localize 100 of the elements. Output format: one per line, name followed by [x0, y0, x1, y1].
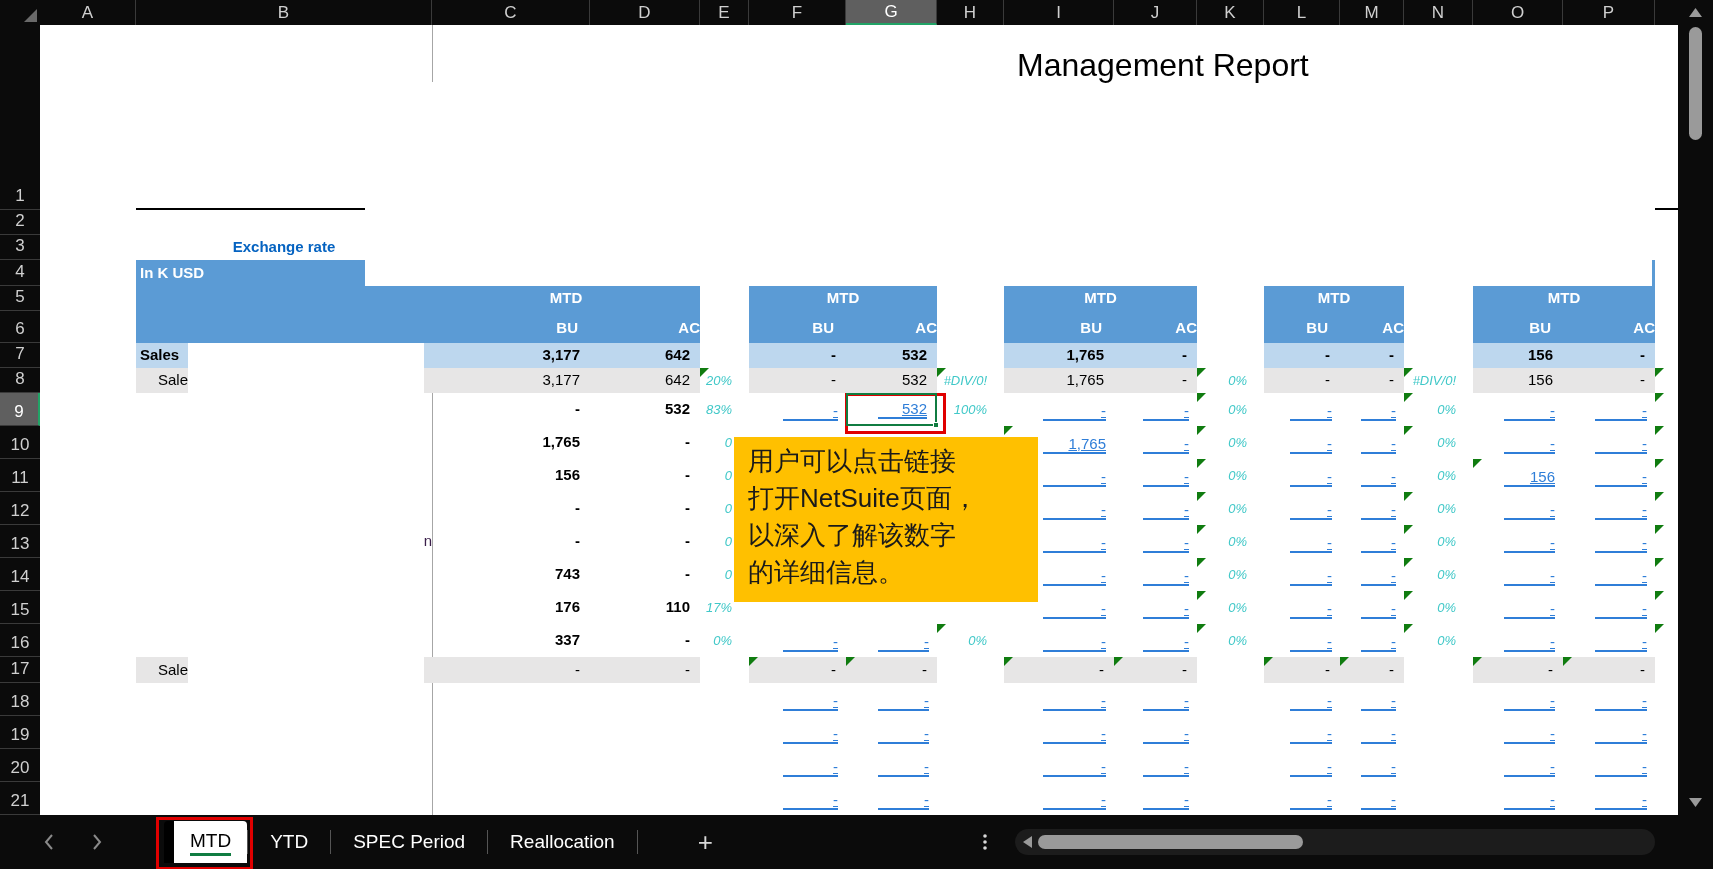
cell-link[interactable]: -	[1142, 633, 1189, 652]
cell-link[interactable]: -	[1142, 402, 1189, 421]
column-header[interactable]: J	[1114, 0, 1197, 25]
cell-link[interactable]: -	[1142, 791, 1189, 810]
cell-link[interactable]: -	[1289, 725, 1332, 744]
cell-link[interactable]: -	[1361, 435, 1396, 454]
column-header[interactable]: G	[846, 0, 937, 25]
row-header[interactable]: 16	[0, 624, 40, 657]
column-header[interactable]: B	[136, 0, 432, 25]
cell-link[interactable]: -	[1142, 435, 1189, 454]
cell-link[interactable]: -	[1042, 468, 1106, 487]
column-header[interactable]: M	[1340, 0, 1404, 25]
cell-link[interactable]: -	[1361, 692, 1396, 711]
column-header[interactable]: K	[1197, 0, 1264, 25]
more-options-icon[interactable]	[982, 834, 987, 850]
cell-link[interactable]: -	[1361, 402, 1396, 421]
cell-link[interactable]: -	[1361, 501, 1396, 520]
cell-link[interactable]: -	[782, 725, 838, 744]
sheet-tab[interactable]: MTD	[164, 821, 248, 863]
cell-link[interactable]: -	[1289, 534, 1332, 553]
fill-handle[interactable]	[933, 422, 939, 428]
cell-link[interactable]: 532	[878, 400, 927, 419]
row-header[interactable]: 12	[0, 492, 40, 525]
scroll-up-icon[interactable]	[1689, 8, 1702, 17]
row-header[interactable]: 5	[0, 286, 40, 311]
cell-link[interactable]: -	[1042, 791, 1106, 810]
cell-link[interactable]: -	[877, 791, 929, 810]
horizontal-scrollbar[interactable]	[1014, 829, 1655, 855]
cell-link[interactable]: -	[1594, 435, 1647, 454]
cell-link[interactable]: -	[1289, 791, 1332, 810]
scrollbar-thumb[interactable]	[1689, 27, 1702, 140]
select-all-icon[interactable]	[24, 9, 37, 22]
cell-link[interactable]: -	[1361, 725, 1396, 744]
scroll-left-icon[interactable]	[1022, 836, 1032, 848]
cell-link[interactable]: -	[1042, 600, 1106, 619]
row-header[interactable]: 9	[0, 393, 40, 426]
column-header[interactable]: P	[1563, 0, 1655, 25]
cell-link[interactable]: -	[1042, 501, 1106, 520]
cell-link[interactable]: -	[1289, 633, 1332, 652]
cell-link[interactable]: -	[1289, 600, 1332, 619]
row-header[interactable]: 6	[0, 311, 40, 343]
row-header[interactable]: 1	[0, 25, 40, 210]
column-header[interactable]: C	[432, 0, 590, 25]
cell-link[interactable]: -	[782, 791, 838, 810]
cell-link[interactable]: -	[782, 758, 838, 777]
cell-link[interactable]: -	[1594, 600, 1647, 619]
row-header[interactable]: 2	[0, 210, 40, 235]
row-header[interactable]: 17	[0, 657, 40, 683]
add-sheet-button[interactable]: +	[697, 829, 713, 855]
cell-link[interactable]: -	[1042, 758, 1106, 777]
column-header[interactable]: N	[1404, 0, 1473, 25]
cell-link[interactable]: -	[1504, 534, 1555, 553]
cell-link[interactable]: -	[1142, 692, 1189, 711]
row-header[interactable]: 4	[0, 260, 40, 286]
cell-link[interactable]: 156	[1504, 468, 1555, 487]
column-header[interactable]: A	[40, 0, 136, 25]
sheet-tab[interactable]: Reallocation	[488, 821, 637, 863]
row-header[interactable]: 8	[0, 368, 40, 393]
cell-link[interactable]: -	[782, 402, 838, 421]
cell-link[interactable]: -	[1361, 633, 1396, 652]
cell-link[interactable]: -	[1289, 501, 1332, 520]
cell-link[interactable]: -	[1142, 534, 1189, 553]
column-header[interactable]: F	[749, 0, 846, 25]
cell-link[interactable]: -	[1361, 468, 1396, 487]
cell-link[interactable]: -	[1042, 534, 1106, 553]
cell-link[interactable]: -	[1142, 600, 1189, 619]
column-header[interactable]: O	[1473, 0, 1563, 25]
cell-link[interactable]: -	[1504, 692, 1555, 711]
cell-link[interactable]: -	[1504, 725, 1555, 744]
scroll-down-icon[interactable]	[1689, 798, 1702, 807]
cell-link[interactable]: -	[1142, 567, 1189, 586]
chevron-left-icon[interactable]	[44, 834, 54, 850]
cell-link[interactable]: -	[1042, 692, 1106, 711]
cell-link[interactable]: -	[1594, 402, 1647, 421]
cell-link[interactable]: -	[1361, 600, 1396, 619]
cell-link[interactable]: -	[1289, 692, 1332, 711]
row-header[interactable]: 18	[0, 683, 40, 716]
cell-link[interactable]: -	[1504, 402, 1555, 421]
cell-link[interactable]: -	[1594, 758, 1647, 777]
row-header[interactable]: 14	[0, 558, 40, 591]
cell-link[interactable]: 1,765	[1042, 435, 1106, 454]
row-header[interactable]: 7	[0, 343, 40, 368]
cell-link[interactable]: -	[1361, 534, 1396, 553]
cell-link[interactable]: -	[1594, 567, 1647, 586]
cell-link[interactable]: -	[1594, 633, 1647, 652]
cell-link[interactable]: -	[1594, 725, 1647, 744]
cell-link[interactable]: -	[1042, 633, 1106, 652]
cell-link[interactable]: -	[1289, 402, 1332, 421]
row-header[interactable]: 21	[0, 782, 40, 815]
cell-link[interactable]: -	[1361, 567, 1396, 586]
cell-link[interactable]: -	[1504, 501, 1555, 520]
cell-link[interactable]: -	[1504, 600, 1555, 619]
row-header[interactable]: 11	[0, 459, 40, 492]
cell-link[interactable]: -	[1289, 435, 1332, 454]
cell-link[interactable]: -	[1142, 725, 1189, 744]
cell-link[interactable]: -	[1504, 567, 1555, 586]
row-header[interactable]: 10	[0, 426, 40, 459]
cell-link[interactable]: -	[1594, 791, 1647, 810]
chevron-right-icon[interactable]	[92, 834, 102, 850]
column-header[interactable]: H	[937, 0, 1004, 25]
